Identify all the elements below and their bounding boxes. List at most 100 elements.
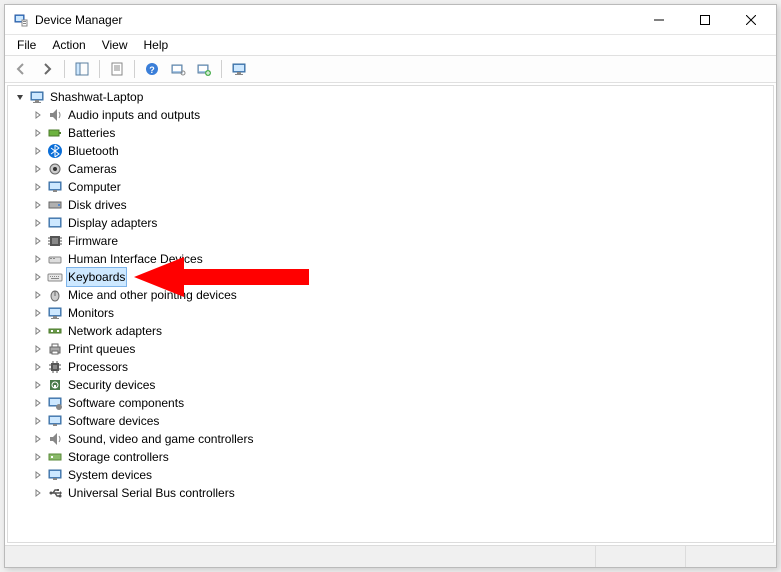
tree-item[interactable]: Audio inputs and outputs (30, 106, 773, 124)
device-category-icon (46, 107, 64, 123)
tree-item[interactable]: Print queues (30, 340, 773, 358)
tree-item[interactable]: Software components (30, 394, 773, 412)
tree-item[interactable]: Processors (30, 358, 773, 376)
device-category-icon (46, 359, 64, 375)
device-category-icon (46, 161, 64, 177)
tree-content[interactable]: Shashwat-Laptop Audio inputs and outputs… (7, 85, 774, 543)
device-category-icon (46, 485, 64, 501)
menu-help[interactable]: Help (136, 36, 177, 54)
chevron-right-icon[interactable] (30, 413, 46, 429)
tree-item-label: Universal Serial Bus controllers (66, 484, 237, 502)
scan-hardware-button[interactable] (166, 58, 190, 80)
chevron-right-icon[interactable] (30, 287, 46, 303)
status-cell (596, 546, 686, 567)
titlebar[interactable]: Device Manager (5, 5, 776, 35)
properties-button[interactable] (105, 58, 129, 80)
tree-item[interactable]: Universal Serial Bus controllers (30, 484, 773, 502)
tree-root[interactable]: Shashwat-Laptop (12, 88, 773, 106)
chevron-right-icon[interactable] (30, 161, 46, 177)
device-category-icon (46, 125, 64, 141)
device-category-icon (46, 143, 64, 159)
chevron-right-icon[interactable] (30, 251, 46, 267)
device-category-icon (46, 341, 64, 357)
tree-item-label: Audio inputs and outputs (66, 106, 202, 124)
menu-file[interactable]: File (9, 36, 44, 54)
app-icon (13, 12, 29, 28)
device-category-icon (46, 377, 64, 393)
tree-item[interactable]: Security devices (30, 376, 773, 394)
window-title: Device Manager (35, 13, 122, 27)
device-category-icon (46, 323, 64, 339)
minimize-button[interactable] (636, 5, 682, 34)
tree-item-label: Bluetooth (66, 142, 121, 160)
tree-item[interactable]: Disk drives (30, 196, 773, 214)
toolbar: ? (5, 55, 776, 83)
chevron-right-icon[interactable] (30, 179, 46, 195)
device-category-icon (46, 467, 64, 483)
add-legacy-hardware-button[interactable] (192, 58, 216, 80)
chevron-right-icon[interactable] (30, 395, 46, 411)
tree-item-label: Batteries (66, 124, 117, 142)
chevron-right-icon[interactable] (30, 485, 46, 501)
tree-item[interactable]: Bluetooth (30, 142, 773, 160)
tree-item[interactable]: Network adapters (30, 322, 773, 340)
tree-root-label: Shashwat-Laptop (48, 88, 145, 106)
device-category-icon (46, 197, 64, 213)
tree-item-label: Processors (66, 358, 130, 376)
back-button[interactable] (9, 58, 33, 80)
device-category-icon (46, 233, 64, 249)
chevron-right-icon[interactable] (30, 323, 46, 339)
tree-item[interactable]: Mice and other pointing devices (30, 286, 773, 304)
chevron-right-icon[interactable] (30, 359, 46, 375)
chevron-right-icon[interactable] (30, 467, 46, 483)
tree-item-label: Security devices (66, 376, 157, 394)
tree-item-label: Mice and other pointing devices (66, 286, 239, 304)
computer-root-icon (28, 89, 46, 105)
tree-item[interactable]: Monitors (30, 304, 773, 322)
toolbar-separator (64, 60, 65, 78)
chevron-right-icon[interactable] (30, 305, 46, 321)
forward-button[interactable] (35, 58, 59, 80)
show-hide-console-tree-button[interactable] (70, 58, 94, 80)
devices-and-printers-button[interactable] (227, 58, 251, 80)
tree-item-label: Display adapters (66, 214, 159, 232)
tree-item[interactable]: Cameras (30, 160, 773, 178)
tree-item[interactable]: Software devices (30, 412, 773, 430)
menu-action[interactable]: Action (44, 36, 93, 54)
device-category-icon (46, 449, 64, 465)
device-category-icon (46, 395, 64, 411)
tree-item[interactable]: Storage controllers (30, 448, 773, 466)
tree-item[interactable]: Keyboards (30, 268, 773, 286)
chevron-right-icon[interactable] (30, 143, 46, 159)
device-category-icon (46, 269, 64, 285)
statusbar (5, 545, 776, 567)
chevron-right-icon[interactable] (30, 269, 46, 285)
chevron-right-icon[interactable] (30, 197, 46, 213)
tree-item-label: Firmware (66, 232, 120, 250)
chevron-right-icon[interactable] (30, 215, 46, 231)
tree-item-label: Human Interface Devices (66, 250, 205, 268)
chevron-right-icon[interactable] (30, 341, 46, 357)
tree-item[interactable]: Batteries (30, 124, 773, 142)
tree-item[interactable]: Human Interface Devices (30, 250, 773, 268)
expander-icon[interactable] (12, 89, 28, 105)
help-button[interactable]: ? (140, 58, 164, 80)
tree-item[interactable]: Firmware (30, 232, 773, 250)
chevron-right-icon[interactable] (30, 233, 46, 249)
tree-item[interactable]: Display adapters (30, 214, 773, 232)
tree-item[interactable]: Sound, video and game controllers (30, 430, 773, 448)
close-button[interactable] (728, 5, 774, 34)
maximize-button[interactable] (682, 5, 728, 34)
menu-view[interactable]: View (94, 36, 136, 54)
tree-item-label: Computer (66, 178, 123, 196)
device-categories: Audio inputs and outputsBatteriesBluetoo… (12, 106, 773, 502)
chevron-right-icon[interactable] (30, 449, 46, 465)
chevron-right-icon[interactable] (30, 431, 46, 447)
chevron-right-icon[interactable] (30, 125, 46, 141)
chevron-right-icon[interactable] (30, 107, 46, 123)
chevron-right-icon[interactable] (30, 377, 46, 393)
tree-item[interactable]: Computer (30, 178, 773, 196)
tree-item-label: Disk drives (66, 196, 129, 214)
tree-item[interactable]: System devices (30, 466, 773, 484)
tree-item-label: Sound, video and game controllers (66, 430, 255, 448)
